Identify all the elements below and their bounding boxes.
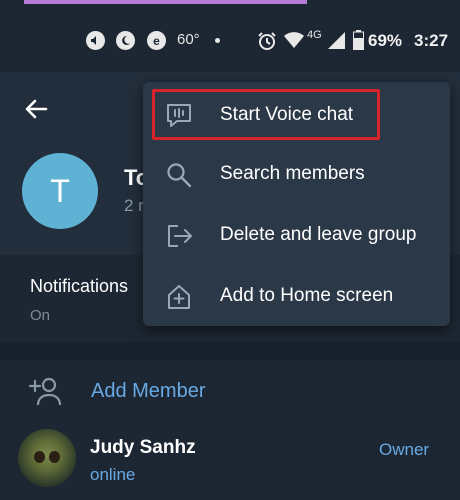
clock-text: 3:27 [414,31,449,50]
add-member-button[interactable]: Add Member [91,380,206,403]
notifications-value: On [30,307,51,324]
menu-item-add-to-home[interactable]: Add to Home screen [143,267,450,327]
leave-group-icon [168,225,192,247]
menu-item-delete-and-leave[interactable]: Delete and leave group [143,206,450,266]
dot-icon [215,38,220,43]
member-avatar[interactable] [18,429,76,487]
notification-strip [24,0,307,4]
member-name[interactable]: Judy Sanhz [90,437,196,459]
wifi-icon [284,32,304,48]
group-avatar[interactable]: T [22,153,98,229]
highlight-annotation [152,89,380,140]
member-role-badge: Owner [379,440,430,459]
alarm-icon [258,32,276,50]
add-home-icon [168,285,190,309]
member-status: online [90,465,136,484]
menu-item-label: Search members [220,163,365,184]
avatar-eye [49,451,60,463]
battery-icon [353,30,364,50]
network-type-text: 4G [307,29,322,41]
menu-item-label: Add to Home screen [220,285,394,306]
signal-icon [328,32,345,49]
search-icon [167,163,192,188]
notifications-label: Notifications [30,276,129,296]
avatar-eye [34,451,45,463]
section-divider [0,342,460,360]
temperature-text: 60° [177,31,200,48]
menu-item-search-members[interactable]: Search members [143,145,450,205]
group-member-count: 2 r [124,196,144,215]
moon-icon [116,31,135,50]
back-arrow-icon[interactable] [20,93,52,125]
volume-icon [86,31,105,50]
members-section [0,360,460,500]
battery-percent-text: 69% [368,31,403,50]
menu-item-label: Delete and leave group [220,224,417,245]
e-app-icon: e [147,31,166,50]
add-member-icon[interactable] [28,376,62,406]
